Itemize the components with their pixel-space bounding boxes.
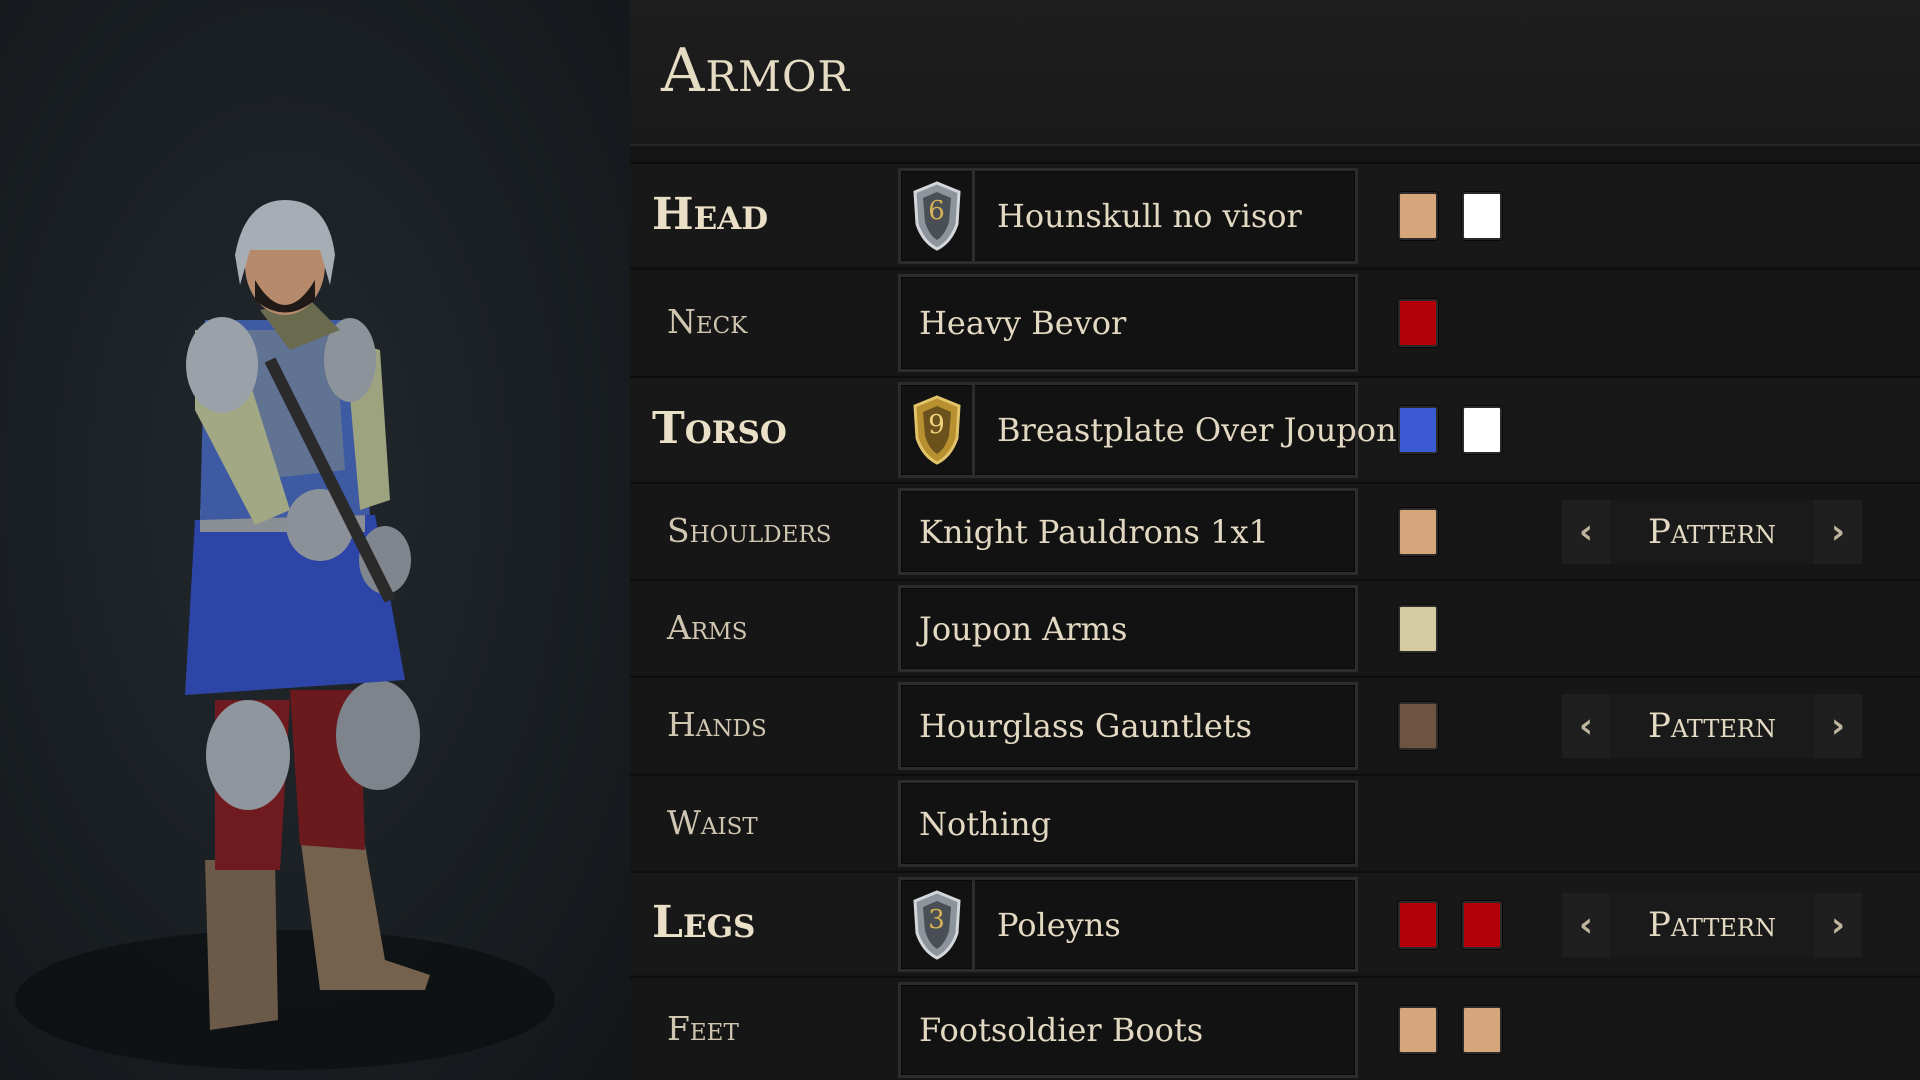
shield-icon: 6: [911, 180, 963, 252]
pattern-selector-shoulders: ‹ Pattern ›: [1562, 500, 1862, 564]
slot-row-shoulders: Shoulders Knight Pauldrons 1x1 ‹ Pattern ›: [630, 482, 1920, 577]
character-preview[interactable]: [0, 0, 630, 1080]
tier-number: 9: [928, 410, 945, 440]
item-selector-head[interactable]: 6 Hounskull no visor: [898, 168, 1358, 264]
tier-number: 3: [928, 904, 945, 935]
chevron-left-icon[interactable]: ‹: [1562, 500, 1610, 564]
slot-row-torso: Torso 9 Breastplate Over Joupon: [630, 376, 1920, 480]
item-selector-waist[interactable]: Nothing: [898, 780, 1358, 867]
chevron-left-icon[interactable]: ‹: [1562, 694, 1610, 758]
item-selector-shoulders[interactable]: Knight Pauldrons 1x1: [898, 488, 1358, 575]
slot-row-hands: Hands Hourglass Gauntlets ‹ Pattern ›: [630, 676, 1920, 772]
chevron-right-icon[interactable]: ›: [1814, 694, 1862, 758]
slot-label-waist: Waist: [667, 803, 758, 842]
slot-label-arms: Arms: [667, 608, 748, 647]
item-selector-neck[interactable]: Heavy Bevor: [898, 274, 1358, 372]
slot-label-hands: Hands: [667, 705, 767, 744]
item-name-shoulders: Knight Pauldrons 1x1: [919, 512, 1269, 551]
item-selector-hands[interactable]: Hourglass Gauntlets: [898, 682, 1358, 770]
chevron-left-icon[interactable]: ‹: [1562, 893, 1610, 957]
tier-badge-torso: 9: [901, 385, 975, 475]
color-swatch-arms-1[interactable]: [1398, 605, 1438, 653]
item-name-legs: Poleyns: [997, 905, 1121, 944]
armor-screen: Armor Head 6 Hounskull no visor Neck Heavy B…: [0, 0, 1920, 1080]
shield-icon: 3: [911, 889, 963, 961]
item-name-feet: Footsoldier Boots: [919, 1011, 1204, 1049]
pattern-label: Pattern: [1648, 512, 1776, 552]
color-swatch-torso-2[interactable]: [1462, 406, 1502, 454]
color-swatch-head-1[interactable]: [1398, 192, 1438, 240]
slot-row-head: Head 6 Hounskull no visor: [630, 162, 1920, 266]
color-swatch-feet-1[interactable]: [1398, 1006, 1438, 1054]
item-name-head: Hounskull no visor: [997, 197, 1302, 235]
slot-row-feet: Feet Footsoldier Boots: [630, 976, 1920, 1080]
slot-label-head: Head: [652, 189, 769, 240]
tier-number: 6: [928, 196, 945, 226]
color-swatch-hands-1[interactable]: [1398, 702, 1438, 750]
pattern-selector-legs: ‹ Pattern ›: [1562, 893, 1862, 957]
slot-label-legs: Legs: [652, 897, 756, 948]
color-swatch-legs-1[interactable]: [1398, 901, 1438, 949]
item-name-neck: Heavy Bevor: [919, 304, 1127, 342]
tier-badge-head: 6: [901, 171, 975, 261]
pattern-label: Pattern: [1648, 706, 1776, 746]
slot-row-neck: Neck Heavy Bevor: [630, 268, 1920, 374]
character-model: [15, 200, 555, 1070]
item-selector-feet[interactable]: Footsoldier Boots: [898, 982, 1358, 1078]
item-selector-legs[interactable]: 3 Poleyns: [898, 877, 1358, 972]
slot-row-waist: Waist Nothing: [630, 774, 1920, 869]
panel-title: Armor: [661, 36, 851, 106]
panel-header: Armor: [630, 0, 1920, 146]
chevron-right-icon[interactable]: ›: [1814, 500, 1862, 564]
color-swatch-shoulders-1[interactable]: [1398, 508, 1438, 556]
slot-row-arms: Arms Joupon Arms: [630, 579, 1920, 674]
color-swatch-feet-2[interactable]: [1462, 1006, 1502, 1054]
item-selector-arms[interactable]: Joupon Arms: [898, 585, 1358, 672]
color-swatch-torso-1[interactable]: [1398, 406, 1438, 454]
item-name-hands: Hourglass Gauntlets: [919, 707, 1253, 745]
pattern-selector-hands: ‹ Pattern ›: [1562, 694, 1862, 758]
armor-panel: Armor Head 6 Hounskull no visor Neck Heavy B…: [630, 0, 1920, 1080]
tier-badge-legs: 3: [901, 880, 975, 969]
item-name-waist: Nothing: [919, 804, 1052, 843]
item-name-arms: Joupon Arms: [919, 609, 1128, 648]
chevron-right-icon[interactable]: ›: [1814, 893, 1862, 957]
item-name-torso: Breastplate Over Joupon: [997, 411, 1397, 449]
slot-label-feet: Feet: [667, 1009, 739, 1048]
color-swatch-neck-1[interactable]: [1398, 299, 1438, 347]
pattern-label: Pattern: [1648, 905, 1776, 945]
slot-label-shoulders: Shoulders: [667, 511, 832, 550]
color-swatch-head-2[interactable]: [1462, 192, 1502, 240]
slot-label-torso: Torso: [652, 403, 787, 454]
slot-row-legs: Legs 3 Poleyns ‹ Pattern ›: [630, 871, 1920, 974]
color-swatch-legs-2[interactable]: [1462, 901, 1502, 949]
shield-icon: 9: [911, 394, 963, 466]
slot-label-neck: Neck: [667, 302, 748, 341]
item-selector-torso[interactable]: 9 Breastplate Over Joupon: [898, 382, 1397, 478]
